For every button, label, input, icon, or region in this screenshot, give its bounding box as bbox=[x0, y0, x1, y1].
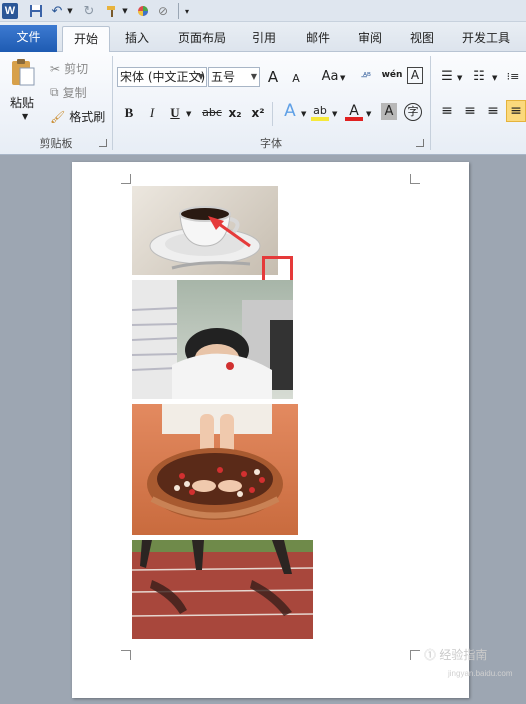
customize-dropdown-icon[interactable]: ▾ bbox=[182, 3, 192, 19]
align-right-icon[interactable]: ≡ bbox=[484, 101, 502, 121]
tab-review[interactable]: 审阅 bbox=[350, 26, 390, 52]
subscript-button[interactable]: x₂ bbox=[226, 103, 244, 123]
scissors-icon: ✂ bbox=[50, 61, 61, 76]
format-dropdown-icon[interactable]: ▼ bbox=[121, 3, 129, 19]
text-effect-button[interactable]: A bbox=[281, 101, 299, 121]
shrink-font-button[interactable]: A bbox=[287, 69, 305, 89]
multilevel-list-icon[interactable]: ⁝≡ bbox=[504, 67, 522, 87]
char-shading-button[interactable]: A bbox=[381, 103, 397, 120]
cut-label: 剪切 bbox=[64, 62, 89, 76]
char-border-button[interactable]: A bbox=[407, 67, 423, 84]
numbering-dropdown-icon[interactable]: ▼ bbox=[492, 74, 497, 82]
bullets-icon[interactable]: ☰ bbox=[438, 67, 456, 87]
bullets-dropdown-icon[interactable]: ▼ bbox=[457, 74, 462, 82]
margin-corner-bottom-right bbox=[410, 650, 420, 660]
highlight-dropdown-icon[interactable]: ▼ bbox=[332, 110, 337, 118]
highlight-button[interactable]: ab bbox=[311, 101, 329, 121]
clear-formatting-icon[interactable]: ᴬ̶ᴮ bbox=[358, 67, 376, 87]
underline-button[interactable]: U bbox=[166, 103, 184, 123]
margin-corner-top-left bbox=[121, 174, 131, 184]
font-size-value: 五号 bbox=[211, 70, 236, 84]
clear-format-icon[interactable]: ⊘ bbox=[156, 3, 170, 19]
foot-bath-image[interactable] bbox=[132, 404, 298, 535]
font-name-value: 宋体 (中文正文) bbox=[120, 70, 206, 84]
tab-references[interactable]: 引用 bbox=[244, 26, 284, 52]
superscript-button[interactable]: x² bbox=[249, 103, 267, 123]
paste-dropdown-icon[interactable]: ▼ bbox=[22, 112, 28, 121]
paste-button[interactable]: 粘贴 bbox=[10, 94, 34, 111]
font-size-select[interactable]: 五号 ▼ bbox=[208, 67, 260, 87]
justify-icon[interactable]: ≡ bbox=[506, 100, 526, 122]
tab-page-layout[interactable]: 页面布局 bbox=[170, 26, 234, 52]
tab-view[interactable]: 视图 bbox=[402, 26, 442, 52]
copy-icon: ⧉ bbox=[50, 85, 59, 99]
change-case-button[interactable]: Aa bbox=[318, 67, 342, 87]
tab-mailings[interactable]: 邮件 bbox=[298, 26, 338, 52]
ribbon-tab-row: 文件 开始 插入 页面布局 引用 邮件 审阅 视图 开发工具 bbox=[0, 22, 526, 53]
paste-icon[interactable] bbox=[8, 58, 42, 88]
margin-corner-top-right bbox=[410, 174, 420, 184]
quick-access-toolbar: W ↶ ▼ ↻ ▼ ⊘ ▾ bbox=[0, 0, 526, 22]
bold-button[interactable]: B bbox=[120, 103, 138, 123]
align-center-icon[interactable]: ≡ bbox=[461, 101, 479, 121]
tab-file[interactable]: 文件 bbox=[0, 25, 57, 52]
color-wheel-icon[interactable] bbox=[136, 3, 150, 19]
resize-handle-highlight[interactable] bbox=[262, 256, 293, 283]
format-painter-label: 格式刷 bbox=[69, 110, 106, 124]
running-track-image[interactable] bbox=[132, 540, 313, 639]
numbering-icon[interactable]: ☷ bbox=[470, 67, 488, 87]
font-launcher-icon[interactable] bbox=[416, 139, 424, 147]
font-color-dropdown-icon[interactable]: ▼ bbox=[366, 110, 371, 118]
italic-button[interactable]: I bbox=[143, 103, 161, 123]
grow-font-button[interactable]: A bbox=[264, 67, 282, 87]
ribbon-home: 粘贴 ▼ ✂ 剪切 ⧉ 复制 🖌 格式刷 剪贴板 宋体 (中文正文) ▼ 五号 … bbox=[0, 52, 526, 155]
chevron-down-icon: ▼ bbox=[197, 72, 204, 81]
enclosed-char-button[interactable]: 字 bbox=[404, 103, 422, 121]
watermark-url: jingyan.baidu.com bbox=[448, 669, 513, 678]
margin-corner-bottom-left bbox=[121, 650, 131, 660]
clipboard-group-label: 剪贴板 bbox=[39, 137, 73, 150]
font-name-select[interactable]: 宋体 (中文正文) ▼ bbox=[117, 67, 207, 87]
font-color-button[interactable]: A bbox=[345, 101, 363, 121]
tab-developer[interactable]: 开发工具 bbox=[454, 26, 518, 52]
format-painter-button[interactable]: 🖌 格式刷 bbox=[50, 108, 105, 125]
coffee-cup-image[interactable] bbox=[132, 186, 278, 275]
undo-dropdown-icon[interactable]: ▼ bbox=[66, 3, 74, 19]
change-case-dropdown-icon[interactable]: ▼ bbox=[340, 74, 345, 82]
tab-home[interactable]: 开始 bbox=[62, 26, 110, 53]
paintbrush-icon: 🖌 bbox=[50, 109, 66, 124]
clipboard-launcher-icon[interactable] bbox=[99, 139, 107, 147]
format-painter-icon[interactable] bbox=[104, 3, 120, 19]
save-icon[interactable] bbox=[28, 3, 44, 19]
copy-button[interactable]: ⧉ 复制 bbox=[50, 84, 87, 101]
phonetic-guide-button[interactable]: wén bbox=[380, 65, 404, 85]
align-left-icon[interactable]: ≡ bbox=[438, 101, 456, 121]
chevron-down-icon: ▼ bbox=[250, 72, 257, 81]
copy-label: 复制 bbox=[62, 86, 87, 100]
cut-button[interactable]: ✂ 剪切 bbox=[50, 60, 88, 77]
tab-insert[interactable]: 插入 bbox=[118, 26, 156, 52]
underline-dropdown-icon[interactable]: ▼ bbox=[186, 110, 191, 118]
watermark-text: ⓵ 经验指南 bbox=[424, 648, 488, 662]
sleeping-worker-image[interactable] bbox=[132, 280, 293, 399]
text-effect-dropdown-icon[interactable]: ▼ bbox=[301, 110, 306, 118]
redo-icon[interactable]: ↻ bbox=[82, 3, 96, 19]
font-group-label: 字体 bbox=[260, 137, 282, 150]
undo-icon[interactable]: ↶ bbox=[50, 3, 64, 19]
strikethrough-button[interactable]: abc bbox=[200, 103, 224, 123]
word-app-icon[interactable]: W bbox=[2, 3, 18, 19]
